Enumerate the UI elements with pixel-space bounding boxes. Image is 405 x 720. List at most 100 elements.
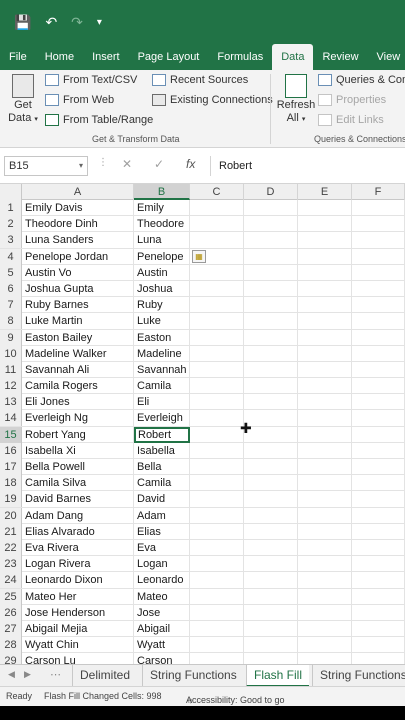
- cell-e[interactable]: [298, 442, 352, 459]
- name-box[interactable]: B15 ▾: [4, 156, 88, 176]
- cell-f[interactable]: [352, 491, 405, 508]
- cell-d[interactable]: [244, 604, 298, 621]
- cell-d[interactable]: [244, 539, 298, 556]
- cell-f[interactable]: [352, 507, 405, 524]
- cell-f[interactable]: [352, 264, 405, 281]
- sheet-tab-string-functions-2[interactable]: String Functions: [312, 665, 405, 687]
- cancel-icon[interactable]: ✕: [122, 157, 132, 171]
- column-header-e[interactable]: E: [298, 184, 352, 200]
- cell-f[interactable]: [352, 620, 405, 637]
- cell-d[interactable]: [244, 378, 298, 395]
- cell-e[interactable]: [298, 410, 352, 427]
- queries-connections-button[interactable]: Queries & Conn: [318, 74, 405, 86]
- cell-a[interactable]: Camila Silva: [22, 475, 134, 492]
- cell-f[interactable]: [352, 556, 405, 573]
- cell-e[interactable]: [298, 653, 352, 664]
- cell-d[interactable]: [244, 507, 298, 524]
- cell-f[interactable]: [352, 200, 405, 216]
- cell-b[interactable]: Eli: [134, 394, 190, 411]
- cell-d[interactable]: [244, 200, 298, 216]
- cell-b[interactable]: Robert: [134, 426, 190, 443]
- insert-function-icon[interactable]: fx: [186, 157, 195, 171]
- cell-e[interactable]: [298, 394, 352, 411]
- row-header[interactable]: 14: [0, 410, 22, 427]
- tab-file[interactable]: File: [0, 44, 36, 70]
- cell-f[interactable]: [352, 232, 405, 249]
- sheet-tab-delimited[interactable]: Delimited: [72, 665, 137, 687]
- cell-d[interactable]: [244, 345, 298, 362]
- cell-b[interactable]: Mateo: [134, 588, 190, 605]
- cell-e[interactable]: [298, 280, 352, 297]
- cell-a[interactable]: Savannah Ali: [22, 361, 134, 378]
- cell-f[interactable]: [352, 539, 405, 556]
- cell-a[interactable]: Camila Rogers: [22, 378, 134, 395]
- cell-e[interactable]: [298, 556, 352, 573]
- cell-e[interactable]: [298, 264, 352, 281]
- row-header[interactable]: 1: [0, 200, 22, 216]
- cell-d[interactable]: [244, 523, 298, 540]
- row-header[interactable]: 26: [0, 604, 22, 621]
- cell-c[interactable]: [190, 491, 244, 508]
- row-header[interactable]: 2: [0, 216, 22, 233]
- properties-button[interactable]: Properties: [318, 94, 386, 106]
- row-header[interactable]: 3: [0, 232, 22, 249]
- cell-d[interactable]: [244, 556, 298, 573]
- cell-b[interactable]: Jose: [134, 604, 190, 621]
- cell-f[interactable]: [352, 442, 405, 459]
- cell-b[interactable]: Camila: [134, 475, 190, 492]
- sheet-tab-flash-fill[interactable]: Flash Fill: [246, 665, 310, 687]
- cell-e[interactable]: [298, 232, 352, 249]
- cell-f[interactable]: [352, 394, 405, 411]
- sheet-tab-string-functions[interactable]: String Functions: [142, 665, 244, 687]
- cell-b[interactable]: Luna: [134, 232, 190, 249]
- tab-data[interactable]: Data: [272, 44, 314, 70]
- row-header[interactable]: 4: [0, 248, 22, 265]
- cell-d[interactable]: [244, 216, 298, 233]
- cell-e[interactable]: [298, 378, 352, 395]
- cell-f[interactable]: [352, 329, 405, 346]
- cell-a[interactable]: Elias Alvarado: [22, 523, 134, 540]
- cell-f[interactable]: [352, 410, 405, 427]
- cell-c[interactable]: [190, 523, 244, 540]
- cell-a[interactable]: Bella Powell: [22, 459, 134, 475]
- cell-c[interactable]: [190, 572, 244, 589]
- cell-c[interactable]: [190, 475, 244, 492]
- cell-c[interactable]: [190, 313, 244, 330]
- cell-e[interactable]: [298, 313, 352, 330]
- row-header[interactable]: 20: [0, 507, 22, 524]
- cell-b[interactable]: Ruby: [134, 297, 190, 314]
- enter-icon[interactable]: ✓: [154, 157, 164, 171]
- cell-c[interactable]: [190, 442, 244, 459]
- cell-c[interactable]: [190, 264, 244, 281]
- row-header[interactable]: 9: [0, 329, 22, 346]
- cell-b[interactable]: Logan: [134, 556, 190, 573]
- cell-e[interactable]: [298, 523, 352, 540]
- cell-f[interactable]: [352, 345, 405, 362]
- row-header[interactable]: 22: [0, 539, 22, 556]
- cell-d[interactable]: [244, 491, 298, 508]
- cell-f[interactable]: [352, 426, 405, 443]
- cell-d[interactable]: [244, 264, 298, 281]
- from-text-csv-button[interactable]: From Text/CSV: [45, 74, 137, 86]
- recent-sources-button[interactable]: Recent Sources: [152, 74, 248, 86]
- cell-b[interactable]: Elias: [134, 523, 190, 540]
- cell-c[interactable]: [190, 297, 244, 314]
- cell-f[interactable]: [352, 653, 405, 664]
- cell-d[interactable]: [244, 475, 298, 492]
- cell-e[interactable]: [298, 248, 352, 265]
- row-header[interactable]: 6: [0, 280, 22, 297]
- existing-connections-button[interactable]: Existing Connections: [152, 94, 273, 106]
- cell-b[interactable]: Bella: [134, 459, 190, 475]
- cell-f[interactable]: [352, 378, 405, 395]
- row-header[interactable]: 5: [0, 264, 22, 281]
- from-web-button[interactable]: From Web: [45, 94, 114, 106]
- tab-scroll-right-icon[interactable]: ▶: [24, 669, 31, 680]
- cell-b[interactable]: Theodore: [134, 216, 190, 233]
- redo-icon[interactable]: ↷: [71, 14, 83, 31]
- cell-c[interactable]: [190, 232, 244, 249]
- row-header[interactable]: 28: [0, 637, 22, 654]
- formula-input[interactable]: Robert: [210, 156, 405, 176]
- cell-a[interactable]: Joshua Gupta: [22, 280, 134, 297]
- cell-f[interactable]: [352, 459, 405, 475]
- cell-c[interactable]: [190, 280, 244, 297]
